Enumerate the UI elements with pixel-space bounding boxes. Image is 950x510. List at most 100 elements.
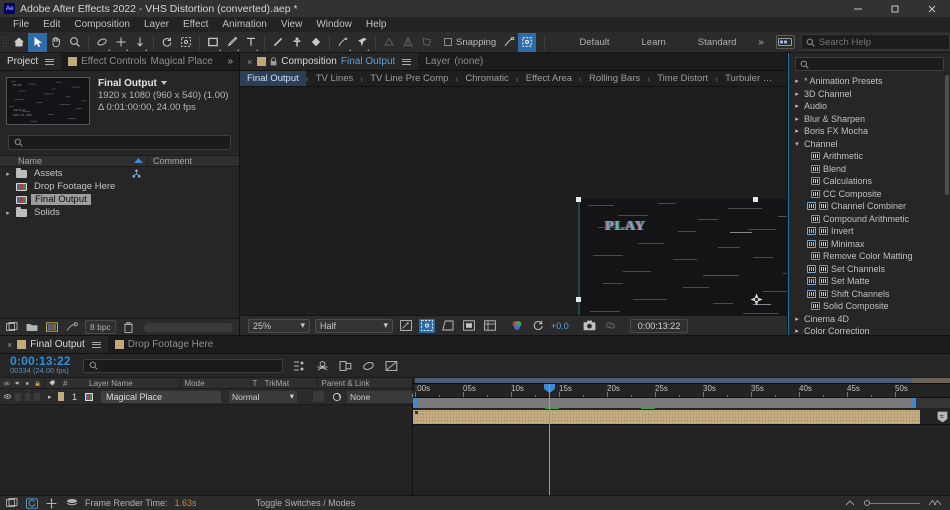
snap-grid-icon[interactable]: [517, 32, 537, 52]
list-item[interactable]: Channel Combiner: [789, 200, 950, 213]
t-header[interactable]: T: [249, 378, 261, 389]
snapshot-icon[interactable]: [582, 319, 598, 333]
list-item[interactable]: Set Matte: [789, 275, 950, 288]
panel-menu-icon[interactable]: [91, 341, 101, 348]
current-time-indicator[interactable]: [549, 384, 550, 495]
parent-link-header[interactable]: Parent & Link: [318, 378, 413, 389]
clone-stamp-icon[interactable]: [288, 33, 307, 52]
breadcrumb-final-output[interactable]: Final Output: [240, 71, 306, 86]
exposure-value[interactable]: +0.0: [551, 321, 569, 331]
delete-icon[interactable]: [122, 321, 136, 333]
trkmat-header[interactable]: TrkMat: [261, 378, 317, 389]
breadcrumb-time-distort[interactable]: Time Distort: [650, 71, 715, 86]
toggle-switches-modes-button[interactable]: Toggle Switches / Modes: [256, 498, 356, 508]
camera-tool-a-icon[interactable]: [380, 33, 399, 52]
list-item[interactable]: ▸ Audio: [789, 100, 950, 113]
toolbar-grip[interactable]: [2, 35, 8, 49]
reset-exposure-icon[interactable]: [530, 319, 546, 333]
list-item[interactable]: Blend: [789, 163, 950, 176]
transparency-grid-icon[interactable]: [419, 318, 435, 333]
list-item[interactable]: Calculations: [789, 175, 950, 188]
hide-shy-layers-icon[interactable]: [316, 359, 330, 373]
project-footer-scrollbar[interactable]: [143, 322, 233, 332]
composition-stage[interactable]: PLAY AM 8:45 DEC.21 1991: [576, 197, 787, 315]
new-composition-icon[interactable]: [45, 321, 59, 333]
shape-tool-icon[interactable]: [204, 33, 223, 52]
menu-effect[interactable]: Effect: [176, 17, 215, 32]
snapping-control[interactable]: Snapping: [444, 37, 496, 48]
breadcrumb-effect-area[interactable]: Effect Area: [519, 71, 579, 86]
workspace-overflow-icon[interactable]: »: [752, 37, 770, 48]
layer-clip-bar[interactable]: [413, 410, 920, 424]
breadcrumb-chromatic[interactable]: Chromatic: [458, 71, 515, 86]
new-comp-icon[interactable]: [5, 321, 19, 333]
list-item[interactable]: Arithmetic: [789, 150, 950, 163]
disclosure-icon[interactable]: ▸: [793, 90, 801, 98]
effects-search-box[interactable]: [795, 57, 944, 71]
roto-brush-tool-icon[interactable]: [334, 33, 353, 52]
navigator-start-handle[interactable]: [413, 398, 417, 408]
breadcrumb-turbulent[interactable]: Turbuler …: [718, 71, 779, 86]
trkmat-cell[interactable]: [309, 389, 328, 405]
list-item[interactable]: Compound Arithmetic: [789, 213, 950, 226]
list-item[interactable]: Set Channels: [789, 263, 950, 276]
mode-cell[interactable]: Normal ▾: [225, 389, 301, 405]
time-ruler[interactable]: :00s 05s 10s 15s 20s 25s 30s 35s 40s 45s…: [413, 384, 950, 398]
timeline-zoom-slider[interactable]: [864, 499, 920, 506]
parent-select[interactable]: None ▾: [347, 390, 420, 403]
timeline-graph[interactable]: :00s 05s 10s 15s 20s 25s 30s 35s 40s 45s…: [413, 378, 950, 495]
column-comment[interactable]: Comment: [147, 156, 239, 166]
menu-edit[interactable]: Edit: [36, 17, 67, 32]
close-button[interactable]: [913, 0, 950, 17]
timeline-navigator[interactable]: [413, 398, 950, 410]
list-item[interactable]: Remove Color Matting: [789, 250, 950, 263]
timeline-search-box[interactable]: [82, 358, 283, 373]
close-tab-icon[interactable]: ×: [7, 340, 12, 350]
workspace-standard[interactable]: Standard: [682, 33, 753, 52]
disclosure-icon[interactable]: ▸: [793, 315, 801, 323]
selection-tool-icon[interactable]: [28, 32, 47, 52]
search-help-input[interactable]: [818, 36, 944, 48]
list-item[interactable]: ▸ Cinema 4D: [789, 313, 950, 326]
disclosure-icon[interactable]: ▸: [793, 327, 801, 335]
adjustment-icon[interactable]: [65, 321, 79, 333]
home-icon[interactable]: [10, 33, 29, 52]
zoom-out-icon[interactable]: [844, 498, 856, 509]
workspace-learn[interactable]: Learn: [626, 33, 682, 52]
selection-handle-tc[interactable]: [753, 197, 758, 202]
disclosure-icon[interactable]: ▸: [4, 170, 12, 178]
list-item[interactable]: Final Output: [0, 193, 239, 206]
eraser-tool-icon[interactable]: [306, 33, 325, 52]
pen-tool-icon[interactable]: [223, 33, 242, 52]
list-item[interactable]: ▸ Blur & Sharpen: [789, 113, 950, 126]
region-of-interest-icon[interactable]: [398, 319, 414, 333]
disclosure-icon[interactable]: ▸: [793, 127, 801, 135]
hand-tool-icon[interactable]: [47, 33, 66, 52]
eye-icon[interactable]: [4, 393, 11, 400]
layer-disclosure-icon[interactable]: ▸: [44, 389, 54, 405]
lock-icon[interactable]: [270, 57, 277, 66]
minimize-button[interactable]: [839, 0, 876, 17]
list-item[interactable]: ▸ 3D Channel: [789, 88, 950, 101]
camera-tool-b-icon[interactable]: [399, 33, 418, 52]
navigator-end-handle[interactable]: [912, 398, 916, 408]
close-tab-icon[interactable]: ×: [247, 57, 252, 67]
dolly-tool-icon[interactable]: [130, 33, 149, 52]
mode-header[interactable]: Mode: [181, 378, 249, 389]
column-name[interactable]: Name: [0, 156, 129, 166]
keyboard-shortcuts-icon[interactable]: [775, 35, 795, 49]
camera-tool-c-icon[interactable]: [417, 33, 436, 52]
table-row[interactable]: ▸ 1 Magical Place Normal ▾ None: [0, 389, 420, 405]
layers-status-icon[interactable]: [65, 497, 78, 509]
refresh-status-icon[interactable]: [25, 497, 38, 509]
list-item[interactable]: CC Composite: [789, 188, 950, 201]
move-status-icon[interactable]: [45, 497, 58, 509]
selection-handle-ml[interactable]: [576, 297, 581, 302]
tab-layer[interactable]: Layer (none): [418, 53, 490, 70]
rotation-tool-icon[interactable]: [158, 33, 177, 52]
snapping-checkbox[interactable]: [444, 38, 453, 46]
menu-layer[interactable]: Layer: [137, 17, 176, 32]
search-help-box[interactable]: [800, 34, 950, 50]
selection-handle-tl[interactable]: [576, 197, 581, 202]
list-item[interactable]: ▸ Solids: [0, 206, 239, 219]
